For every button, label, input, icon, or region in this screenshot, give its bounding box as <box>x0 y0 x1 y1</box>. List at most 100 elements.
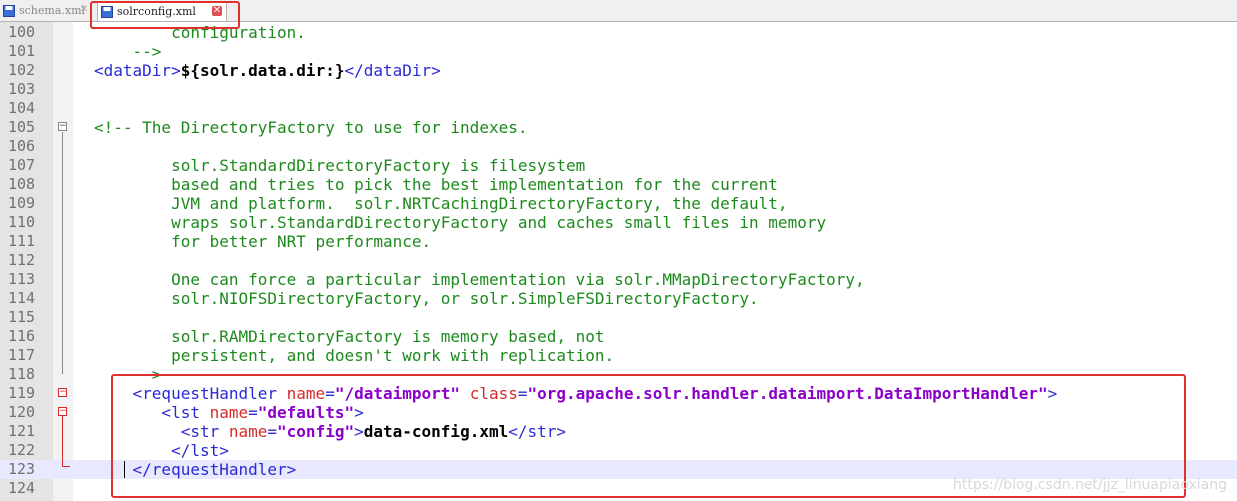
file-save-icon <box>3 5 15 17</box>
code-token: <!-- The DirectoryFactory to use for ind… <box>94 118 528 137</box>
code-line[interactable]: 107 solr.StandardDirectoryFactory is fil… <box>0 156 1237 175</box>
code-token: --> <box>94 42 162 61</box>
code-line[interactable]: 103 <box>0 80 1237 99</box>
code-token: JVM and platform. solr.NRTCachingDirecto… <box>94 194 788 213</box>
code-line[interactable]: 117 persistent, and doesn't work with re… <box>0 346 1237 365</box>
code-line[interactable]: 121 <str name="config">data-config.xml</… <box>0 422 1237 441</box>
code-line[interactable]: 122 </lst> <box>0 441 1237 460</box>
line-number: 124 <box>8 479 36 497</box>
line-number: 104 <box>8 99 36 117</box>
code-token: = <box>248 403 258 422</box>
file-save-icon <box>101 6 113 18</box>
code-line[interactable]: 111 for better NRT performance. <box>0 232 1237 251</box>
code-token: > <box>1047 384 1058 403</box>
code-line[interactable]: 102 <dataDir>${solr.data.dir:}</dataDir> <box>0 61 1237 80</box>
line-number: 101 <box>8 42 36 60</box>
line-number: 114 <box>8 289 36 307</box>
line-number: 111 <box>8 232 36 250</box>
code-token: </str> <box>508 422 567 441</box>
code-line[interactable]: 116 solr.RAMDirectoryFactory is memory b… <box>0 327 1237 346</box>
line-number: 116 <box>8 327 36 345</box>
code-text: wraps solr.StandardDirectoryFactory and … <box>94 213 826 232</box>
code-token: "defaults" <box>257 403 355 422</box>
line-number: 123 <box>8 460 36 478</box>
tab-solrconfig-xml[interactable]: solrconfig.xml ✕ <box>97 2 227 21</box>
code-text: solr.StandardDirectoryFactory is filesys… <box>94 156 585 175</box>
code-line[interactable]: 105 <!-- The DirectoryFactory to use for … <box>0 118 1237 137</box>
code-line[interactable]: 115 <box>0 308 1237 327</box>
code-text: JVM and platform. solr.NRTCachingDirecto… <box>94 194 788 213</box>
code-text: <lst name="defaults"> <box>94 403 364 422</box>
code-text: solr.NIOFSDirectoryFactory, or solr.Simp… <box>94 289 759 308</box>
fold-end <box>62 466 70 467</box>
code-token: = <box>517 384 528 403</box>
code-token: "org.apache.solr.handler.dataimport.Data… <box>527 384 1048 403</box>
code-token: wraps solr.StandardDirectoryFactory and … <box>94 213 827 232</box>
code-token: = <box>267 422 278 441</box>
tab-label: schema.xml <box>19 4 86 17</box>
code-token: based and tries to pick the best impleme… <box>94 175 778 194</box>
code-line[interactable]: 120 <lst name="defaults"> <box>0 403 1237 422</box>
code-line[interactable]: 100 configuration. <box>0 23 1237 42</box>
code-line[interactable]: 110 wraps solr.StandardDirectoryFactory … <box>0 213 1237 232</box>
line-number: 119 <box>8 384 36 402</box>
code-token: "/dataimport" <box>334 384 461 403</box>
text-caret <box>124 461 125 478</box>
code-token: data-config.xml <box>363 422 509 441</box>
fold-collapse-icon[interactable]: − <box>58 122 67 131</box>
code-token: solr.NIOFSDirectoryFactory, or solr.Simp… <box>94 289 759 308</box>
code-line[interactable]: 119 <requestHandler name="/dataimport" c… <box>0 384 1237 403</box>
line-number: 102 <box>8 61 36 79</box>
code-text: --> <box>94 365 162 384</box>
code-token: --> <box>94 365 162 384</box>
line-number: 109 <box>8 194 36 212</box>
close-icon[interactable]: ✕ <box>212 6 222 16</box>
code-token: persistent, and doesn't work with replic… <box>94 346 615 365</box>
code-token: ${solr.data.dir:} <box>180 61 345 80</box>
code-line[interactable]: 104 <box>0 99 1237 118</box>
code-text: solr.RAMDirectoryFactory is memory based… <box>94 327 604 346</box>
code-text: One can force a particular implementatio… <box>94 270 865 289</box>
tab-schema-xml[interactable]: schema.xml ✕ <box>0 2 92 21</box>
code-line[interactable]: 106 <box>0 137 1237 156</box>
close-icon[interactable]: ✕ <box>79 5 89 15</box>
code-token: <requestHandler <box>94 384 287 403</box>
code-token: name <box>228 422 268 441</box>
code-text: configuration. <box>94 23 306 42</box>
code-line[interactable]: 118 --> <box>0 365 1237 384</box>
line-number: 120 <box>8 403 36 421</box>
code-token: <dataDir> <box>94 61 181 80</box>
code-token: > <box>354 403 364 422</box>
line-number: 108 <box>8 175 36 193</box>
code-text: <!-- The DirectoryFactory to use for ind… <box>94 118 527 137</box>
code-text: <dataDir>${solr.data.dir:}</dataDir> <box>94 61 441 80</box>
line-number: 122 <box>8 441 36 459</box>
code-token: </dataDir> <box>344 61 441 80</box>
line-number: 118 <box>8 365 36 383</box>
code-line[interactable]: 101 --> <box>0 42 1237 61</box>
code-line[interactable]: 113 One can force a particular implement… <box>0 270 1237 289</box>
line-number: 115 <box>8 308 36 326</box>
line-number: 107 <box>8 156 36 174</box>
fold-guide <box>62 132 63 374</box>
code-line[interactable]: 112 <box>0 251 1237 270</box>
code-text: for better NRT performance. <box>94 232 431 251</box>
code-line[interactable]: 109 JVM and platform. solr.NRTCachingDir… <box>0 194 1237 213</box>
fold-collapse-icon[interactable]: − <box>58 388 67 397</box>
watermark: https://blog.csdn.net/jjz_linuapiaoxiang <box>953 477 1227 493</box>
code-token: = <box>325 384 335 403</box>
code-text: based and tries to pick the best impleme… <box>94 175 778 194</box>
code-token: solr.StandardDirectoryFactory is filesys… <box>94 156 586 175</box>
code-token: <lst <box>94 403 210 422</box>
code-line[interactable]: 108 based and tries to pick the best imp… <box>0 175 1237 194</box>
code-token: name <box>286 384 326 403</box>
tab-label: solrconfig.xml <box>117 5 196 18</box>
code-line[interactable]: 114 solr.NIOFSDirectoryFactory, or solr.… <box>0 289 1237 308</box>
code-token: <str <box>94 422 229 441</box>
code-text: persistent, and doesn't work with replic… <box>94 346 614 365</box>
line-number: 103 <box>8 80 36 98</box>
code-token: configuration. <box>94 23 306 42</box>
line-number: 121 <box>8 422 36 440</box>
code-token: > <box>354 422 364 441</box>
fold-collapse-icon[interactable]: − <box>58 407 67 416</box>
